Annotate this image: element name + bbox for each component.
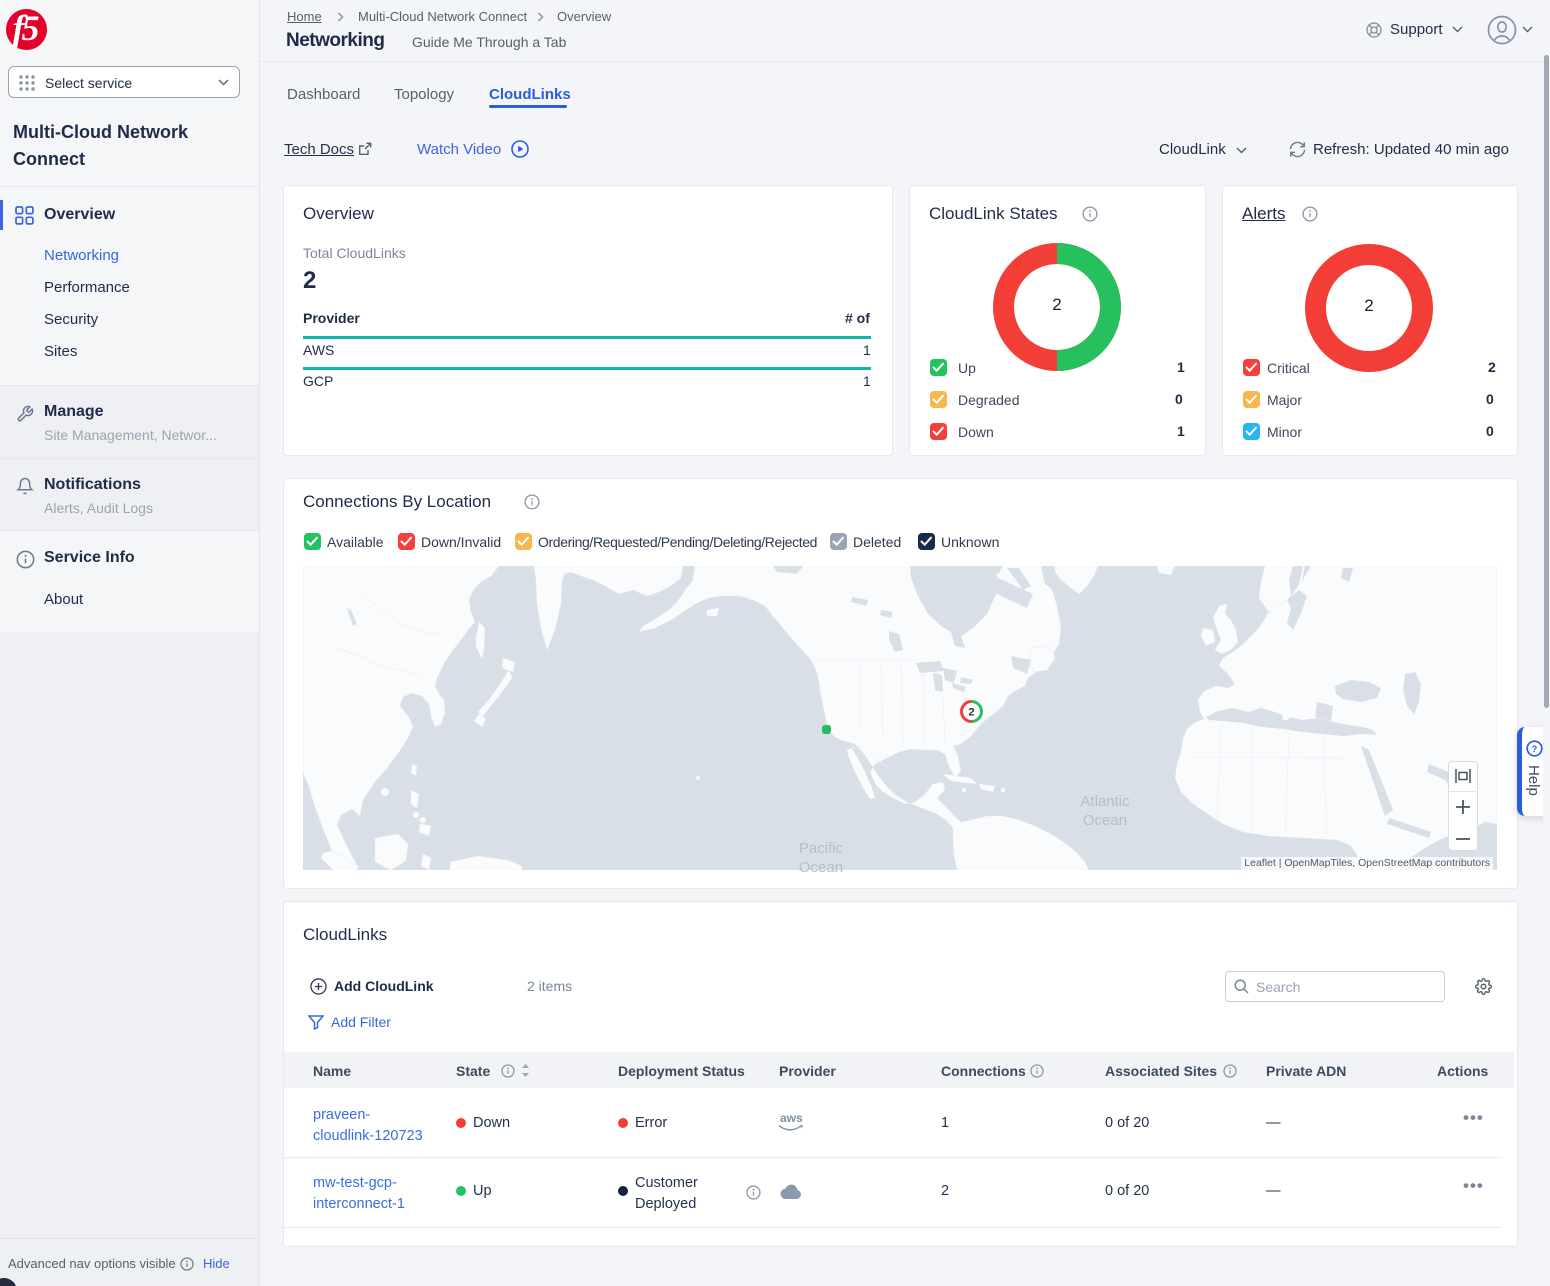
svg-text:2: 2 xyxy=(968,707,974,719)
svg-text:?: ? xyxy=(1532,744,1538,754)
